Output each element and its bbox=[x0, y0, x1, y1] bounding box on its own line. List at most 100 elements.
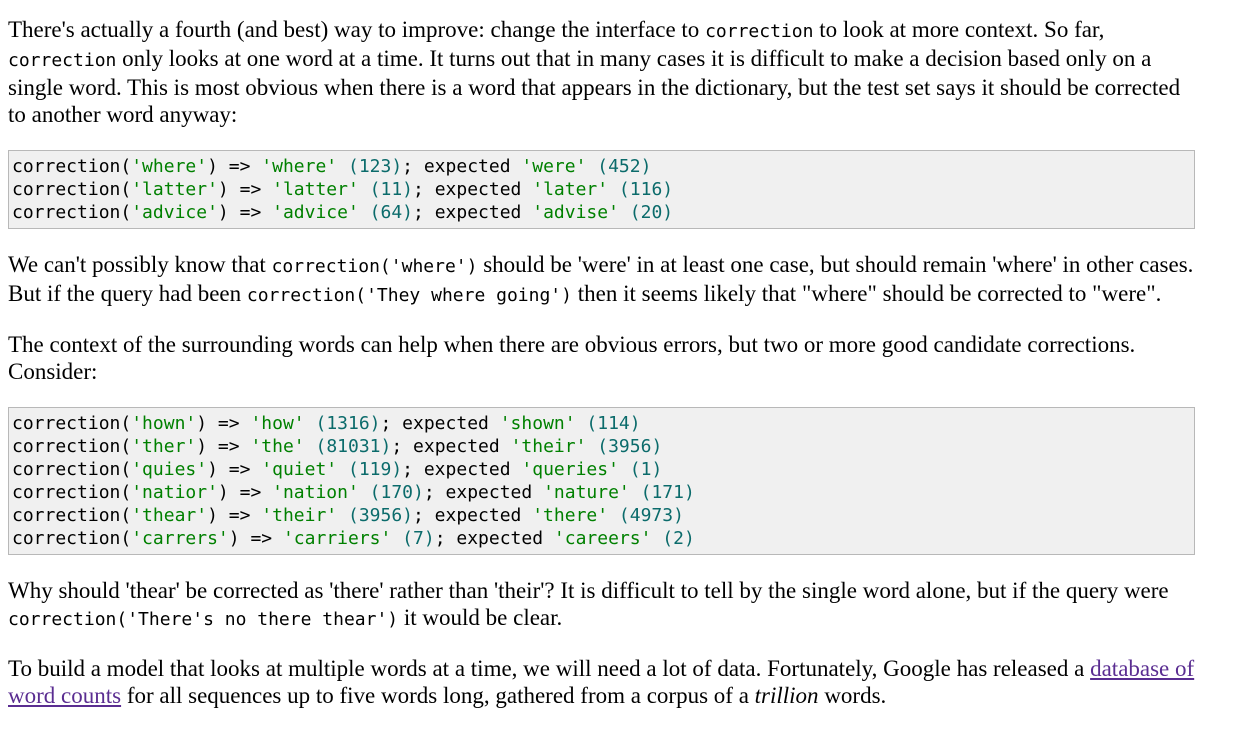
intro-paragraph: There's actually a fourth (and best) way… bbox=[8, 16, 1198, 128]
code-block-examples-1: correction('where') => 'where' (123); ex… bbox=[8, 150, 1195, 229]
code-expected-keyword: ; expected bbox=[380, 413, 500, 434]
emphasis-trillion: trillion bbox=[754, 683, 819, 708]
code-string-arg: 'latter' bbox=[131, 179, 218, 200]
code-line: correction('ther') => 'the' (81031); exp… bbox=[12, 435, 1192, 458]
code-string-expected: 'there' bbox=[532, 505, 609, 526]
code-string-result: 'nation' bbox=[272, 482, 359, 503]
intro-text-3: only looks at one word at a time. It tur… bbox=[8, 46, 1181, 127]
code-expected-keyword: ; expected bbox=[402, 156, 522, 177]
code-expected-keyword: ; expected bbox=[413, 179, 533, 200]
code-line: correction('natior') => 'nation' (170); … bbox=[12, 481, 1192, 504]
code-expected-keyword: ; expected bbox=[423, 482, 544, 503]
code-string-expected: 'careers' bbox=[553, 528, 652, 549]
paragraph-google-data: To build a model that looks at multiple … bbox=[8, 655, 1198, 709]
code-string-expected: 'queries' bbox=[521, 459, 619, 480]
code-string-result: 'quiet' bbox=[261, 459, 338, 480]
code-paren: ) bbox=[207, 459, 218, 480]
code-string-arg: 'advice' bbox=[131, 202, 218, 223]
code-paren: ) bbox=[217, 482, 229, 503]
p4-text-1: Why should 'thear' be corrected as 'ther… bbox=[8, 578, 1169, 603]
code-function-name: correction( bbox=[12, 413, 132, 434]
p2-text-1: We can't possibly know that bbox=[8, 252, 272, 277]
inline-code-correction-they-where-going: correction('They where going') bbox=[246, 285, 572, 306]
code-paren: ) bbox=[207, 156, 218, 177]
code-line: correction('advice') => 'advice' (64); e… bbox=[12, 201, 1192, 224]
code-function-name: correction( bbox=[12, 179, 132, 200]
code-line: correction('quies') => 'quiet' (119); ex… bbox=[12, 458, 1192, 481]
code-expected-keyword: ; expected bbox=[391, 436, 511, 457]
code-expected-count: (2) bbox=[651, 528, 695, 549]
code-count: (81031) bbox=[304, 436, 392, 457]
code-arrow: => bbox=[228, 202, 273, 223]
code-string-expected: 'advise' bbox=[532, 202, 619, 223]
code-count: (1316) bbox=[304, 413, 381, 434]
code-string-result: 'their' bbox=[261, 505, 338, 526]
code-count: (7) bbox=[391, 528, 435, 549]
code-line: correction('where') => 'where' (123); ex… bbox=[12, 155, 1192, 178]
code-string-expected: 'shown' bbox=[499, 413, 576, 434]
code-count: (3956) bbox=[337, 505, 413, 526]
p5-text-1: To build a model that looks at multiple … bbox=[8, 656, 1091, 681]
intro-text-1: There's actually a fourth (and best) way… bbox=[8, 17, 706, 42]
code-arrow: => bbox=[207, 436, 251, 457]
code-paren: ) bbox=[228, 528, 240, 549]
p5-text-3: words. bbox=[818, 683, 887, 708]
code-expected-count: (20) bbox=[618, 202, 674, 223]
code-string-arg: 'natior' bbox=[131, 482, 218, 503]
code-arrow: => bbox=[228, 179, 273, 200]
code-expected-count: (4973) bbox=[608, 505, 684, 526]
code-function-name: correction( bbox=[12, 505, 132, 526]
code-string-result: 'the' bbox=[250, 436, 305, 457]
code-expected-count: (114) bbox=[575, 413, 641, 434]
code-expected-count: (3956) bbox=[586, 436, 663, 457]
code-arrow: => bbox=[207, 413, 251, 434]
code-string-result: 'where' bbox=[261, 156, 338, 177]
code-arrow: => bbox=[239, 528, 283, 549]
code-function-name: correction( bbox=[12, 436, 132, 457]
code-function-name: correction( bbox=[12, 482, 132, 503]
paragraph-context: The context of the surrounding words can… bbox=[8, 332, 1136, 384]
code-paren: ) bbox=[217, 179, 229, 200]
code-expected-keyword: ; expected bbox=[413, 202, 533, 223]
code-string-result: 'latter' bbox=[272, 179, 359, 200]
inline-code-correction-2: correction bbox=[8, 50, 117, 71]
intro-text-2: to look at more context. So far, bbox=[813, 17, 1105, 42]
code-line: correction('carrers') => 'carriers' (7);… bbox=[12, 527, 1192, 550]
code-paren: ) bbox=[196, 436, 208, 457]
code-expected-count: (116) bbox=[608, 179, 674, 200]
p2-text-3: then it seems likely that "where" should… bbox=[571, 281, 1162, 306]
code-paren: ) bbox=[196, 413, 208, 434]
code-string-arg: 'hown' bbox=[131, 413, 197, 434]
code-count: (123) bbox=[337, 156, 403, 177]
code-count: (119) bbox=[337, 459, 403, 480]
code-string-expected: 'nature' bbox=[543, 482, 630, 503]
code-function-name: correction( bbox=[12, 528, 132, 549]
code-expected-count: (1) bbox=[618, 459, 663, 480]
code-string-arg: 'where' bbox=[131, 156, 208, 177]
paragraph-thear: Why should 'thear' be corrected as 'ther… bbox=[8, 577, 1198, 633]
code-function-name: correction( bbox=[12, 459, 132, 480]
code-string-expected: 'were' bbox=[521, 156, 587, 177]
inline-code-correction: correction bbox=[705, 21, 814, 42]
paragraph-were-where: We can't possibly know that correction('… bbox=[8, 251, 1198, 309]
code-expected-count: (452) bbox=[586, 156, 652, 177]
code-count: (64) bbox=[358, 202, 414, 223]
code-function-name: correction( bbox=[12, 202, 132, 223]
code-arrow: => bbox=[228, 482, 273, 503]
p4-text-2: it would be clear. bbox=[398, 605, 563, 630]
code-string-expected: 'their' bbox=[510, 436, 587, 457]
code-string-expected: 'later' bbox=[532, 179, 609, 200]
code-arrow: => bbox=[217, 459, 262, 480]
code-string-arg: 'quies' bbox=[131, 459, 208, 480]
code-count: (11) bbox=[358, 179, 414, 200]
code-block-examples-2: correction('hown') => 'how' (1316); expe… bbox=[8, 407, 1195, 555]
code-expected-count: (171) bbox=[629, 482, 695, 503]
code-paren: ) bbox=[207, 505, 218, 526]
code-paren: ) bbox=[217, 202, 229, 223]
code-expected-keyword: ; expected bbox=[402, 459, 522, 480]
code-string-result: 'carriers' bbox=[282, 528, 392, 549]
code-arrow: => bbox=[217, 505, 262, 526]
code-string-arg: 'ther' bbox=[131, 436, 197, 457]
code-string-arg: 'thear' bbox=[131, 505, 208, 526]
code-string-result: 'advice' bbox=[272, 202, 359, 223]
